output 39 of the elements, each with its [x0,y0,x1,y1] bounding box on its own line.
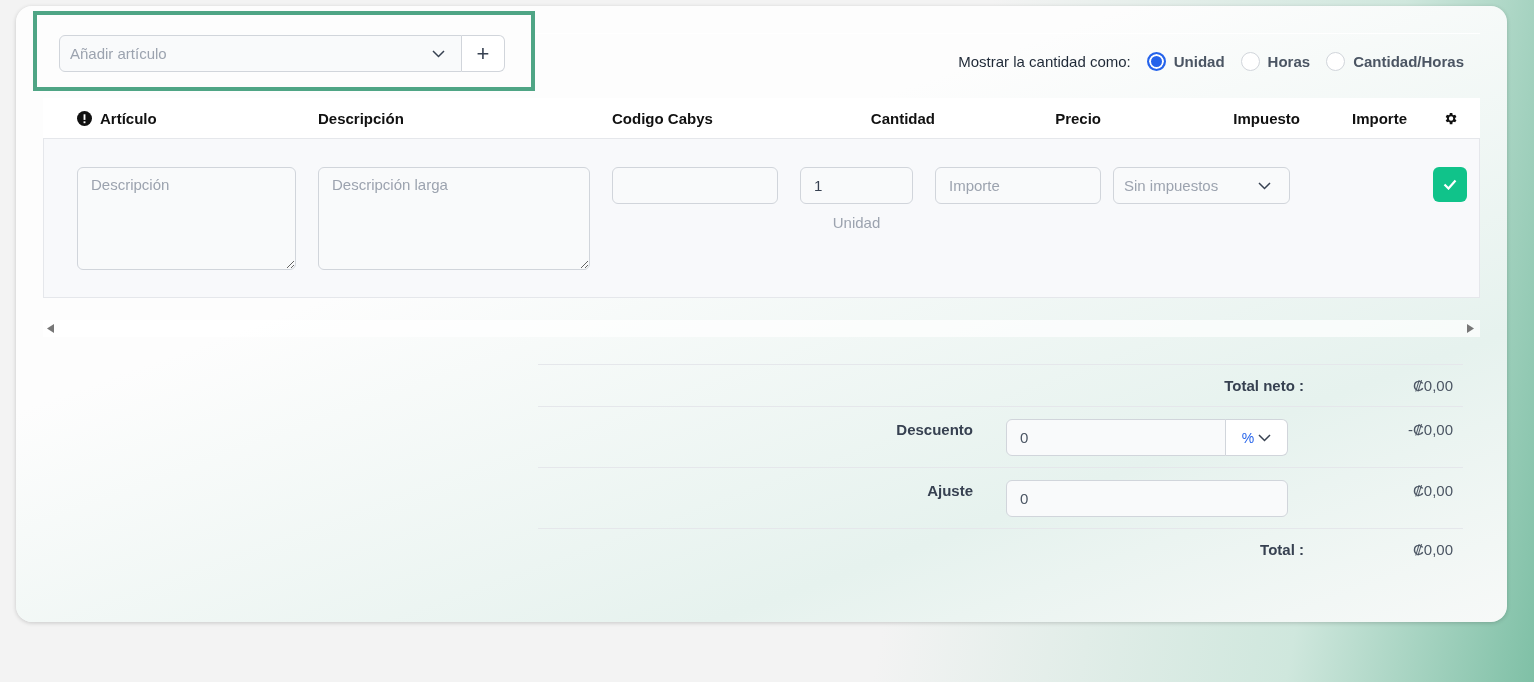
radio-label[interactable]: Unidad [1173,53,1225,70]
adjustment-input[interactable]: 0 [1006,480,1288,517]
column-header: Precio [1055,109,1101,127]
confirm-button[interactable] [1433,167,1467,202]
quantity-display-label: Mostrar la cantidad como: [958,53,1131,70]
long-description-field[interactable]: Descripción larga [318,167,590,270]
discount-value: -₡0,00 [1406,420,1453,438]
chevron-down-icon [1258,433,1272,442]
column-header: Artículo [100,109,157,127]
discount-input[interactable]: 0 [1006,419,1226,456]
radio-button[interactable] [1146,52,1166,71]
column-header: Impuesto [1233,109,1300,127]
description-field[interactable]: Descripción [77,167,296,270]
chevron-down-icon [432,49,445,58]
unit-label: Unidad [832,214,881,231]
check-icon [1443,179,1457,190]
chevron-down-icon [1258,181,1271,190]
total-label: Total : [1259,541,1304,558]
scroll-right-icon[interactable] [1467,324,1474,333]
total-value: ₡0,00 [1411,541,1453,558]
cabys-code-field[interactable] [612,167,778,204]
adjustment-label: Ajuste [926,481,973,499]
scroll-left-icon[interactable] [47,324,54,333]
quantity-field[interactable]: 1 [800,167,913,204]
column-header: Cantidad [870,109,935,127]
column-header: Codigo Cabys [612,109,713,127]
radio-label[interactable]: Horas [1267,53,1311,70]
radio-label[interactable]: Cantidad/Horas [1353,53,1464,70]
add-button[interactable]: + [462,35,505,72]
column-header: Importe [1352,109,1407,127]
price-field[interactable]: Importe [935,167,1101,204]
total-value: ₡0,00 [1411,377,1453,394]
discount-label: Descuento [895,420,973,438]
alert-icon [77,110,92,126]
discount-unit-dropdown[interactable]: % [1226,419,1288,456]
total-label: Total neto : [1223,377,1304,394]
settings-icon[interactable] [1443,110,1458,126]
adjustment-value: ₡0,00 [1411,481,1453,499]
column-header: Descripción [318,109,404,127]
